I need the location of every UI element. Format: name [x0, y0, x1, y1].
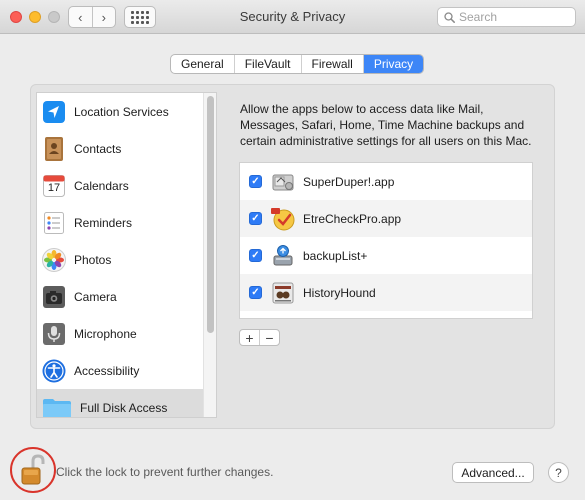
add-app-button[interactable]: + [240, 330, 259, 345]
contacts-book-icon [42, 136, 66, 161]
calendar-day-number: 17 [47, 181, 61, 194]
superduper-app-icon [271, 170, 295, 194]
app-name: SuperDuper!.app [303, 174, 395, 189]
advanced-button[interactable]: Advanced... [452, 462, 534, 483]
app-row-etrecheckpro[interactable]: ✓ EtreCheckPro.app [240, 200, 532, 237]
camera-icon [42, 285, 66, 309]
sidebar-item-label: Accessibility [74, 363, 140, 378]
title-bar: ‹ › Security & Privacy Search [0, 0, 585, 34]
accessibility-icon [42, 359, 66, 383]
sidebar-item-label: Microphone [74, 326, 137, 341]
search-input[interactable]: Search [437, 7, 576, 27]
scrollbar-thumb[interactable] [207, 96, 214, 333]
sidebar-item-label: Calendars [74, 178, 129, 193]
tab-firewall[interactable]: Firewall [300, 55, 363, 73]
sidebar-item-location-services[interactable]: Location Services [37, 93, 203, 130]
tab-filevault[interactable]: FileVault [233, 55, 301, 73]
tab-bar: General FileVault Firewall Privacy [170, 54, 425, 74]
privacy-category-list: Location Services Contacts 17 Calendars … [36, 92, 217, 418]
access-description: Allow the apps below to access data like… [240, 102, 532, 148]
historyhound-app-icon [271, 281, 295, 305]
sidebar-item-label: Full Disk Access [80, 400, 168, 415]
lock-instruction-text: Click the lock to prevent further change… [56, 465, 274, 479]
app-row-historyhound[interactable]: ✓ HistoryHound [240, 274, 532, 311]
app-row-backuplist[interactable]: ✓ backupList+ [240, 237, 532, 274]
reminders-list-icon [42, 211, 66, 235]
microphone-icon [42, 322, 66, 346]
sidebar-item-label: Camera [74, 289, 117, 304]
sidebar-item-camera[interactable]: Camera [37, 278, 203, 315]
search-icon [444, 11, 455, 23]
app-checkbox[interactable]: ✓ [249, 212, 262, 225]
location-arrow-icon [42, 100, 66, 124]
unlocked-padlock-icon [21, 454, 45, 485]
sidebar-item-label: Location Services [74, 104, 169, 119]
sidebar-item-photos[interactable]: Photos [37, 241, 203, 278]
backuplist-app-icon [271, 244, 295, 268]
sidebar-item-label: Reminders [74, 215, 133, 230]
sidebar-item-contacts[interactable]: Contacts [37, 130, 203, 167]
tab-general[interactable]: General [171, 55, 234, 73]
photos-flower-icon [42, 247, 66, 272]
app-checkbox[interactable]: ✓ [249, 249, 262, 262]
sidebar-item-label: Photos [74, 252, 112, 267]
app-name: backupList+ [303, 248, 368, 263]
app-access-list: ✓ SuperDuper!.app ✓ EtreCheckPro.app ✓ b… [239, 162, 533, 319]
sidebar-item-calendars[interactable]: 17 Calendars [37, 167, 203, 204]
sidebar-item-label: Contacts [74, 141, 122, 156]
sidebar-item-reminders[interactable]: Reminders [37, 204, 203, 241]
sidebar-item-microphone[interactable]: Microphone [37, 315, 203, 352]
app-name: HistoryHound [303, 285, 376, 300]
sidebar-item-full-disk-access[interactable]: Full Disk Access [37, 389, 203, 417]
search-placeholder: Search [459, 10, 498, 24]
app-name: EtreCheckPro.app [303, 211, 402, 226]
add-remove-control: + − [239, 329, 280, 346]
folder-icon [42, 396, 72, 417]
app-checkbox[interactable]: ✓ [249, 286, 262, 299]
etrecheck-app-icon [271, 207, 295, 231]
lock-button[interactable] [20, 454, 46, 486]
app-checkbox[interactable]: ✓ [249, 175, 262, 188]
app-row-superduper[interactable]: ✓ SuperDuper!.app [240, 163, 532, 200]
help-button[interactable]: ? [548, 462, 569, 483]
tab-privacy[interactable]: Privacy [362, 55, 424, 73]
remove-app-button[interactable]: − [259, 330, 279, 345]
sidebar-scrollbar[interactable] [203, 93, 216, 417]
calendar-icon: 17 [42, 174, 66, 198]
sidebar-item-accessibility[interactable]: Accessibility [37, 352, 203, 389]
